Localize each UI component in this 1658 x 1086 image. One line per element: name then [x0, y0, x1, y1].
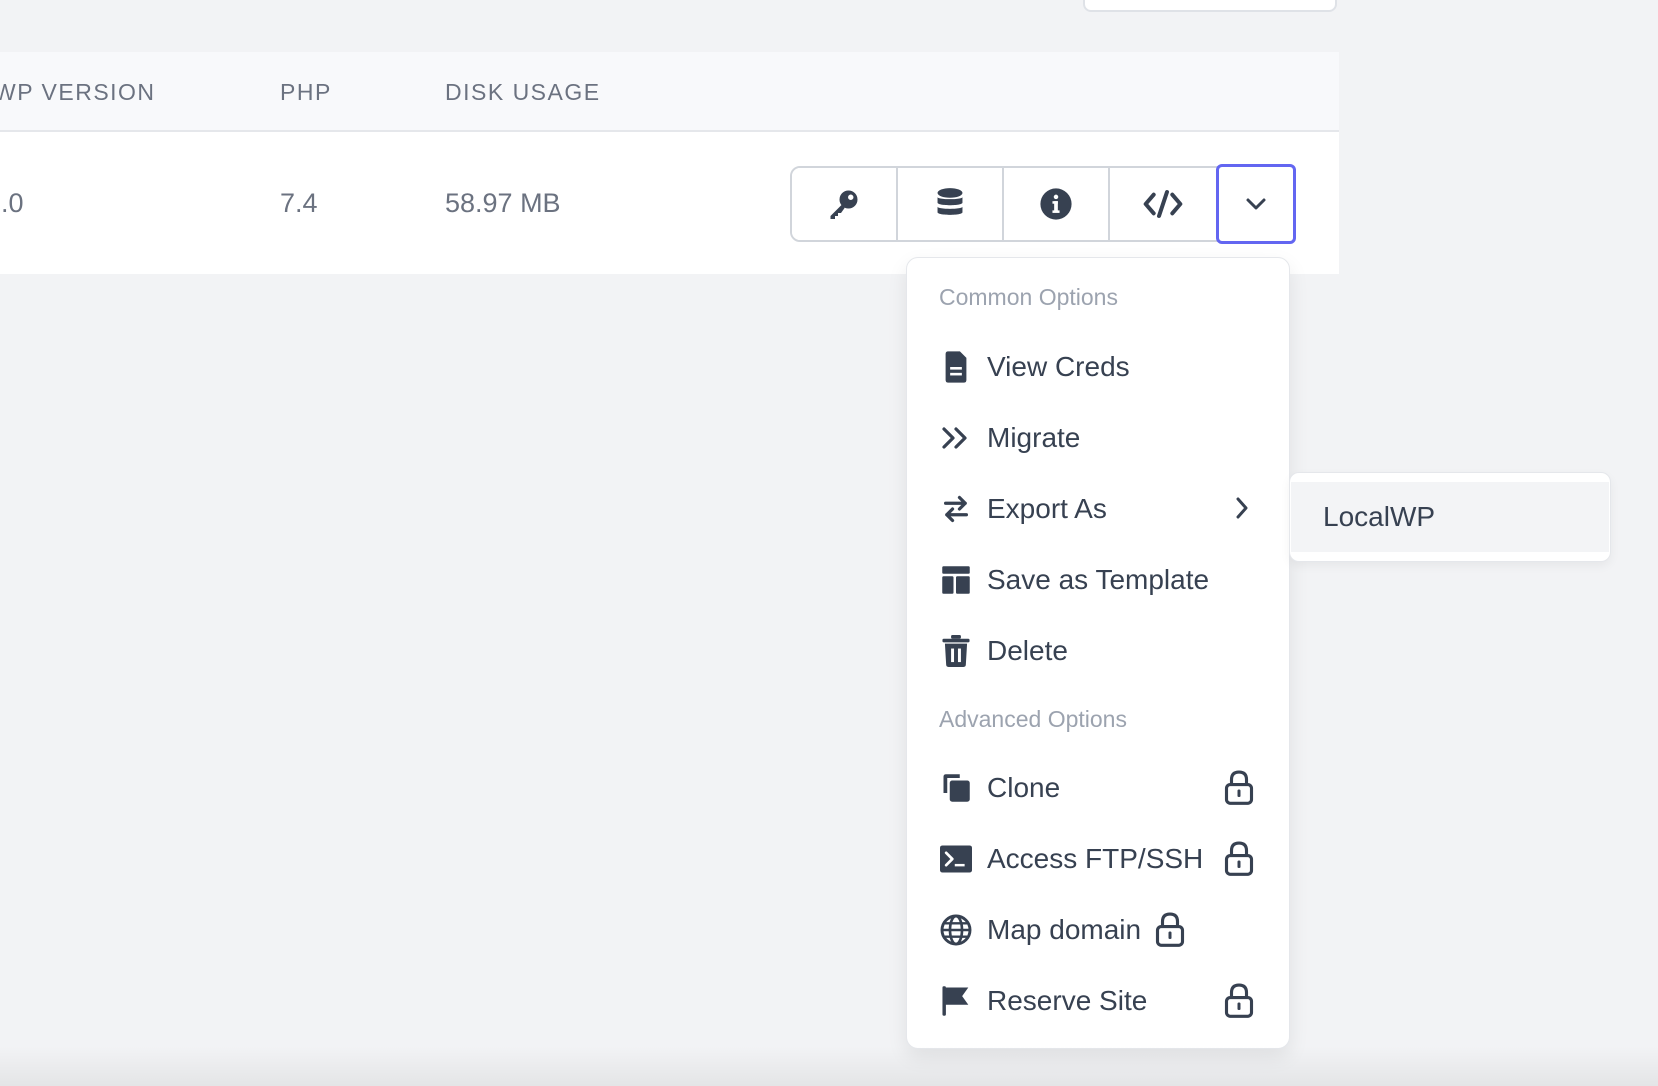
code-button[interactable] — [1110, 168, 1216, 240]
lock-icon — [1155, 911, 1185, 947]
options-dropdown-menu: Common Options View Creds Migrate Export… — [906, 257, 1290, 1049]
cell-wp-version: 6.0 — [0, 188, 24, 218]
flag-icon — [939, 984, 973, 1018]
menu-item-label: Access FTP/SSH — [987, 843, 1204, 874]
menu-item-label: Migrate — [987, 422, 1081, 453]
lock-icon — [1224, 769, 1254, 805]
menu-item-label: Map domain — [987, 914, 1142, 945]
advanced-options-title: Advanced Options — [939, 706, 1127, 732]
header-disk-usage[interactable]: DISK USAGE — [445, 79, 601, 106]
lock-icon — [1224, 982, 1254, 1018]
globe-icon — [939, 913, 973, 947]
info-icon — [1040, 188, 1072, 220]
menu-item-label: Delete — [987, 635, 1068, 666]
double-chevron-right-icon — [939, 421, 973, 455]
cell-disk-usage: 58.97 MB — [445, 188, 561, 218]
document-icon — [939, 350, 973, 384]
code-icon — [1143, 190, 1183, 218]
menu-item-delete[interactable]: Delete — [939, 626, 1269, 676]
submenu-item-localwp[interactable]: LocalWP — [1291, 482, 1609, 552]
trash-icon — [939, 634, 973, 668]
info-button[interactable] — [1004, 168, 1110, 240]
cell-php: 7.4 — [280, 188, 318, 218]
menu-item-migrate[interactable]: Migrate — [939, 413, 1269, 463]
lock-icon — [1224, 840, 1254, 876]
database-icon — [937, 188, 963, 215]
menu-item-label: Export As — [987, 493, 1107, 524]
arrows-exchange-icon — [939, 492, 973, 526]
menu-item-clone[interactable]: Clone — [939, 763, 1269, 813]
common-options-title: Common Options — [939, 284, 1118, 310]
chevron-down-icon — [1246, 198, 1266, 210]
bottom-edge-shade — [0, 1046, 1658, 1086]
header-php[interactable]: PHP — [280, 79, 332, 106]
table-header: WP VERSION PHP DISK USAGE — [0, 52, 1339, 132]
site-actions-button-group — [790, 164, 1296, 244]
more-options-dropdown-button[interactable] — [1216, 164, 1296, 244]
terminal-icon — [939, 842, 973, 876]
key-icon — [830, 190, 858, 219]
menu-item-map-domain[interactable]: Map domain — [939, 905, 1269, 955]
menu-item-export-as[interactable]: Export As — [939, 484, 1269, 534]
export-as-submenu: LocalWP — [1289, 472, 1611, 562]
menu-item-save-as-template[interactable]: Save as Template — [939, 555, 1269, 605]
menu-item-view-creds[interactable]: View Creds — [939, 342, 1269, 392]
menu-item-access-ftp-ssh[interactable]: Access FTP/SSH — [939, 834, 1269, 884]
template-icon — [939, 563, 973, 597]
menu-item-label: Clone — [987, 772, 1061, 803]
menu-item-label: Reserve Site — [987, 985, 1148, 1016]
menu-item-reserve-site[interactable]: Reserve Site — [939, 976, 1269, 1026]
menu-item-label: Save as Template — [987, 564, 1210, 595]
top-field-edge[interactable] — [1083, 0, 1337, 12]
credentials-button[interactable] — [792, 168, 898, 240]
chevron-right-icon — [1235, 496, 1249, 525]
clone-icon — [939, 771, 973, 805]
menu-item-label: View Creds — [987, 351, 1130, 382]
header-wp-version[interactable]: WP VERSION — [0, 79, 156, 106]
database-button[interactable] — [898, 168, 1004, 240]
